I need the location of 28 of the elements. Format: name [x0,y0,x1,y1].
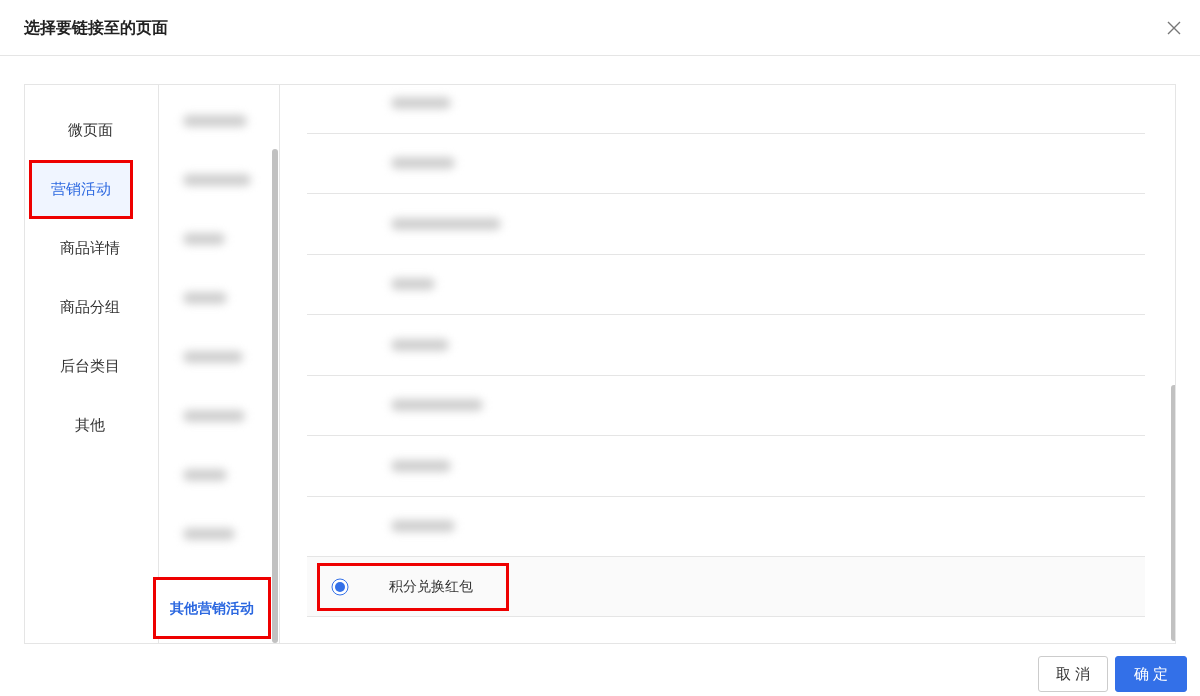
cancel-button[interactable]: 取 消 [1038,656,1108,692]
blurred-text [183,350,243,363]
blurred-text [391,278,435,291]
sidebar-item[interactable]: 营销活动 [29,160,133,219]
blurred-text [391,459,451,472]
sidebar-item[interactable]: 后台类目 [29,337,151,396]
blurred-text [183,409,245,422]
scrollbar-thumb[interactable] [272,149,278,643]
blurred-text [183,527,235,540]
sidebar-item[interactable]: 其他 [29,396,151,455]
dialog-title: 选择要链接至的页面 [24,16,168,39]
blurred-text [391,157,455,170]
close-icon[interactable] [1166,19,1182,36]
sidebar-item[interactable]: 微页面 [29,101,151,160]
option-row[interactable]: 积分兑换红包 [317,562,509,611]
confirm-button[interactable]: 确 定 [1115,656,1187,692]
blurred-text [391,520,455,533]
blurred-text [183,173,251,186]
category-item[interactable]: 其他营销活动 [153,577,271,639]
blurred-text [183,232,225,245]
sidebar-item[interactable]: 商品分组 [29,278,151,337]
sidebar-item[interactable]: 商品详情 [29,219,151,278]
blurred-text [391,96,451,109]
blurred-text [183,291,227,304]
blurred-text [391,338,449,351]
blurred-text [183,114,247,127]
radio-button[interactable] [331,577,349,596]
blurred-text [183,468,227,481]
